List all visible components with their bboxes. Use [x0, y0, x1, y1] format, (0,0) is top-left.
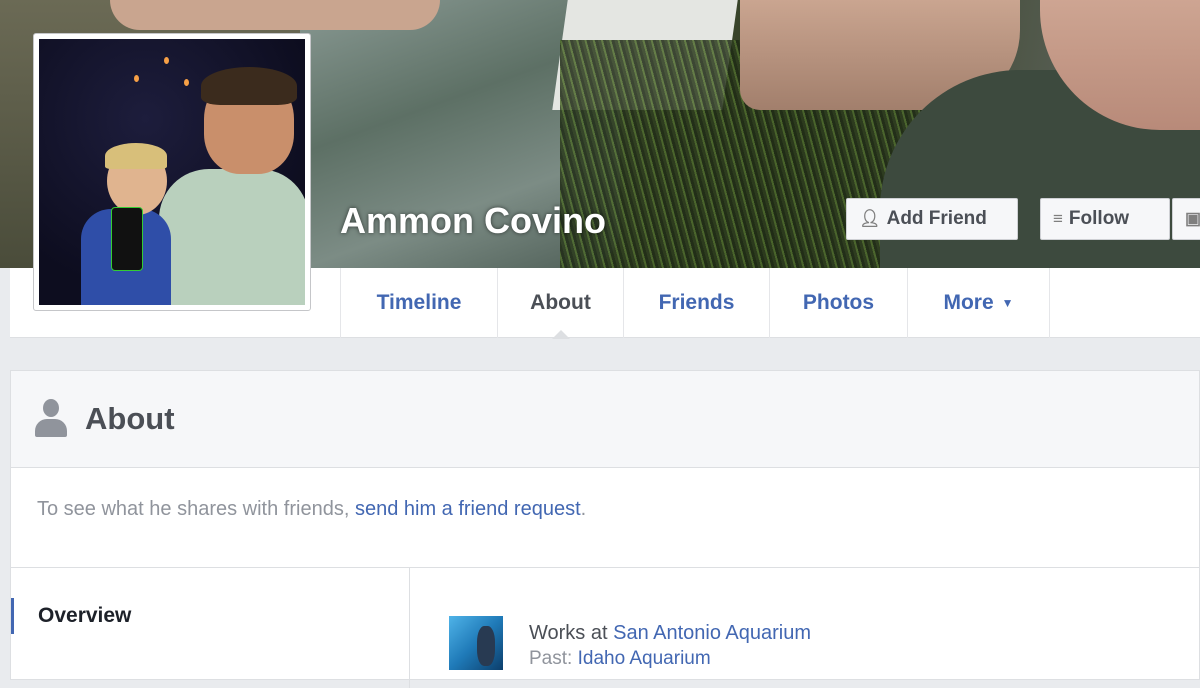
avatar: [39, 39, 305, 305]
add-friend-label: Add Friend: [886, 208, 987, 229]
avatar-child-hair: [105, 143, 167, 169]
tab-photos[interactable]: Photos: [770, 268, 908, 338]
notice-text: To see what he shares with friends,: [37, 498, 350, 520]
send-friend-request-link[interactable]: send him a friend request: [355, 498, 581, 520]
works-at-label: Works at: [529, 622, 608, 644]
tab-timeline[interactable]: Timeline: [341, 268, 498, 338]
tab-more[interactable]: More ▼: [908, 268, 1050, 338]
past-label: Past:: [529, 648, 573, 669]
light-dot: [134, 75, 139, 82]
add-friend-button[interactable]: 👤︎ Add Friend: [846, 198, 1018, 240]
light-dot: [164, 57, 169, 64]
follow-button[interactable]: ≡ Follow: [1040, 198, 1170, 240]
friend-request-notice: To see what he shares with friends, send…: [11, 468, 1199, 568]
work-details: Works at San Antonio Aquarium Past: Idah…: [529, 616, 811, 672]
message-button[interactable]: ▣: [1172, 198, 1200, 240]
work-item: Works at San Antonio Aquarium Past: Idah…: [449, 616, 811, 672]
message-icon: ▣: [1185, 209, 1200, 228]
light-dot: [184, 79, 189, 86]
avatar-man-body: [159, 169, 305, 305]
employer-thumbnail[interactable]: [449, 616, 503, 670]
employer-link[interactable]: San Antonio Aquarium: [613, 622, 811, 644]
profile-tabs: Timeline About Friends Photos More ▼: [340, 268, 1050, 339]
past-employer-link[interactable]: Idaho Aquarium: [578, 648, 711, 669]
profile-name[interactable]: Ammon Covino: [340, 200, 606, 242]
person-icon: [33, 399, 69, 439]
about-sidebar: Overview: [11, 568, 410, 688]
tab-friends[interactable]: Friends: [624, 268, 770, 338]
notice-suffix: .: [580, 498, 587, 520]
about-header: About: [11, 371, 1199, 468]
sidebar-item-overview[interactable]: Overview: [11, 598, 131, 634]
tab-more-label: More: [943, 291, 994, 314]
avatar-can: [111, 207, 143, 271]
follow-label: Follow: [1068, 208, 1130, 229]
caret-down-icon: ▼: [1001, 296, 1014, 310]
profile-picture[interactable]: [33, 33, 311, 311]
about-body: Overview Works at San Antonio Aquarium P…: [11, 568, 1199, 688]
about-section: About To see what he shares with friends…: [10, 370, 1200, 688]
avatar-man-hair: [201, 67, 297, 105]
tab-about[interactable]: About: [498, 268, 624, 339]
rss-icon: ≡: [1053, 209, 1063, 228]
about-title: About: [85, 401, 175, 436]
cover-hand-shape: [110, 0, 440, 30]
add-friend-icon: 👤︎: [859, 209, 881, 228]
